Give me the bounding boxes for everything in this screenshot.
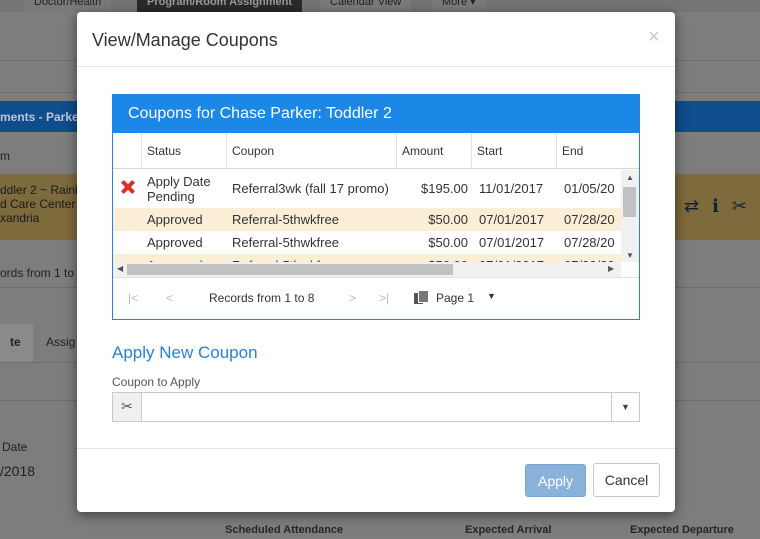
date-value: /2018 bbox=[0, 463, 36, 479]
cell-amount: $195.00 bbox=[421, 181, 468, 196]
date-label: Date bbox=[2, 440, 28, 454]
remove-coupon-icon[interactable] bbox=[121, 180, 135, 194]
cell-status: Approved bbox=[147, 212, 203, 227]
cell-start: 07/01/2017 bbox=[479, 212, 545, 227]
vertical-scroll-thumb[interactable] bbox=[623, 187, 636, 217]
scissors-icon: ✂ bbox=[113, 393, 142, 421]
expected-arrival-label: Expected Arrival bbox=[465, 524, 552, 536]
records-range-label: Records from 1 to 8 bbox=[209, 291, 315, 305]
grid-header-row: Status Coupon Amount Start End bbox=[113, 133, 639, 169]
expected-departure-label: Expected Departure bbox=[630, 524, 734, 536]
cell-amount: $50.00 bbox=[428, 235, 468, 250]
cell-end: 01/05/20 bbox=[564, 181, 615, 196]
cell-status: Apply Date Pending bbox=[147, 174, 211, 204]
chevron-down-icon[interactable]: ▼ bbox=[487, 291, 496, 301]
cell-coupon: Referral3wk (fall 17 promo) bbox=[232, 181, 389, 196]
cell-status: Approved bbox=[147, 254, 227, 262]
row-action-icons[interactable]: ⇄ ℹ ✂ bbox=[684, 196, 751, 217]
next-page-button[interactable]: > bbox=[349, 291, 356, 305]
coupons-grid: Coupons for Chase Parker: Toddler 2 Stat… bbox=[112, 94, 640, 320]
action-column-header bbox=[113, 133, 142, 169]
table-row[interactable]: Apply Date Pending Referral3wk (fall 17 … bbox=[113, 170, 621, 208]
row-line: xandria bbox=[0, 211, 40, 225]
grid-body[interactable]: Apply Date Pending Referral3wk (fall 17 … bbox=[113, 170, 621, 262]
cell-status: Approved bbox=[147, 235, 203, 250]
column-header: m bbox=[0, 149, 10, 163]
highlighted-row-text: ddler 2 ~ Rainb d Care Center xandria bbox=[0, 183, 82, 225]
column-header-start[interactable]: Start bbox=[472, 133, 557, 169]
cell-start: 07/01/2017 bbox=[479, 254, 559, 262]
last-page-button[interactable]: >| bbox=[379, 291, 389, 305]
cell-amount: $50.00 bbox=[428, 212, 468, 227]
table-row[interactable]: Approved Referral-5thwkfree $50.00 07/01… bbox=[113, 208, 621, 231]
cell-start: 07/01/2017 bbox=[479, 235, 545, 250]
pages-icon[interactable] bbox=[414, 290, 429, 304]
row-line: d Care Center bbox=[0, 197, 76, 211]
cell-end: 07/28/20 bbox=[564, 254, 621, 262]
coupon-to-apply-label: Coupon to Apply bbox=[112, 375, 201, 389]
scroll-right-arrow-icon[interactable]: ▶ bbox=[608, 264, 614, 273]
section-title: ments - Parke bbox=[0, 110, 79, 124]
horizontal-scroll-thumb[interactable] bbox=[127, 264, 453, 275]
vertical-scrollbar[interactable]: ▲ ▼ bbox=[621, 170, 639, 262]
cell-amount: $50.00 bbox=[397, 254, 468, 262]
first-page-button[interactable]: |< bbox=[128, 291, 138, 305]
modal-footer-divider bbox=[77, 448, 675, 449]
row-line: ddler 2 ~ Rainb bbox=[0, 183, 82, 197]
scheduled-attendance-label: Scheduled Attendance bbox=[225, 524, 344, 536]
scroll-down-arrow-icon[interactable]: ▼ bbox=[626, 251, 634, 260]
chevron-down-icon[interactable]: ▼ bbox=[611, 393, 639, 421]
cell-coupon: Referral-5thwkfree bbox=[232, 212, 339, 227]
column-header-coupon[interactable]: Coupon bbox=[227, 133, 397, 169]
cell-end: 07/28/20 bbox=[564, 235, 615, 250]
modal-header: View/Manage Coupons × bbox=[77, 12, 675, 67]
page-selector-label[interactable]: Page 1 bbox=[436, 291, 474, 305]
cell-coupon: Referral-5thwkfree bbox=[232, 235, 339, 250]
subtab-active[interactable]: te bbox=[0, 324, 33, 362]
grid-pager: |< < Records from 1 to 8 > >| Page 1 ▼ bbox=[113, 277, 639, 319]
previous-page-button[interactable]: < bbox=[166, 291, 173, 305]
apply-new-coupon-heading: Apply New Coupon bbox=[112, 343, 258, 362]
cell-end: 07/28/20 bbox=[564, 212, 615, 227]
records-label: ords from 1 to bbox=[0, 266, 75, 280]
cell-coupon: Referral-5thwkfree bbox=[232, 254, 397, 262]
manage-coupons-modal: View/Manage Coupons × Coupons for Chase … bbox=[77, 12, 675, 512]
coupon-input[interactable] bbox=[143, 393, 611, 421]
column-header-end[interactable]: End bbox=[557, 133, 639, 169]
table-row[interactable]: Approved Referral-5thwkfree $50.00 07/01… bbox=[113, 254, 621, 262]
tab-more[interactable]: More ▾ bbox=[432, 0, 486, 12]
tab-calendar-view[interactable]: Calendar View bbox=[320, 0, 412, 12]
table-row[interactable]: Approved Referral-5thwkfree $50.00 07/01… bbox=[113, 231, 621, 254]
scroll-up-arrow-icon[interactable]: ▲ bbox=[626, 173, 634, 182]
column-header-amount[interactable]: Amount bbox=[397, 133, 472, 169]
horizontal-scrollbar[interactable]: ◀ ▶ bbox=[113, 262, 621, 277]
column-header-status[interactable]: Status bbox=[142, 133, 227, 169]
tab-program-room-assignment[interactable]: Program/Room Assignment bbox=[137, 0, 303, 12]
tab-doctor-health[interactable]: Doctor/Health bbox=[24, 0, 112, 12]
coupon-select[interactable]: ✂ ▼ bbox=[112, 392, 640, 422]
apply-button[interactable]: Apply bbox=[525, 464, 586, 497]
cell-start: 11/01/2017 bbox=[479, 181, 544, 196]
modal-title: View/Manage Coupons bbox=[92, 30, 278, 50]
top-tab-bar: Doctor/Health Program/Room Assignment Ca… bbox=[0, 0, 760, 12]
scroll-left-arrow-icon[interactable]: ◀ bbox=[117, 264, 123, 273]
cancel-button[interactable]: Cancel bbox=[593, 463, 660, 497]
close-icon[interactable]: × bbox=[648, 26, 660, 49]
grid-title: Coupons for Chase Parker: Toddler 2 bbox=[113, 95, 639, 133]
